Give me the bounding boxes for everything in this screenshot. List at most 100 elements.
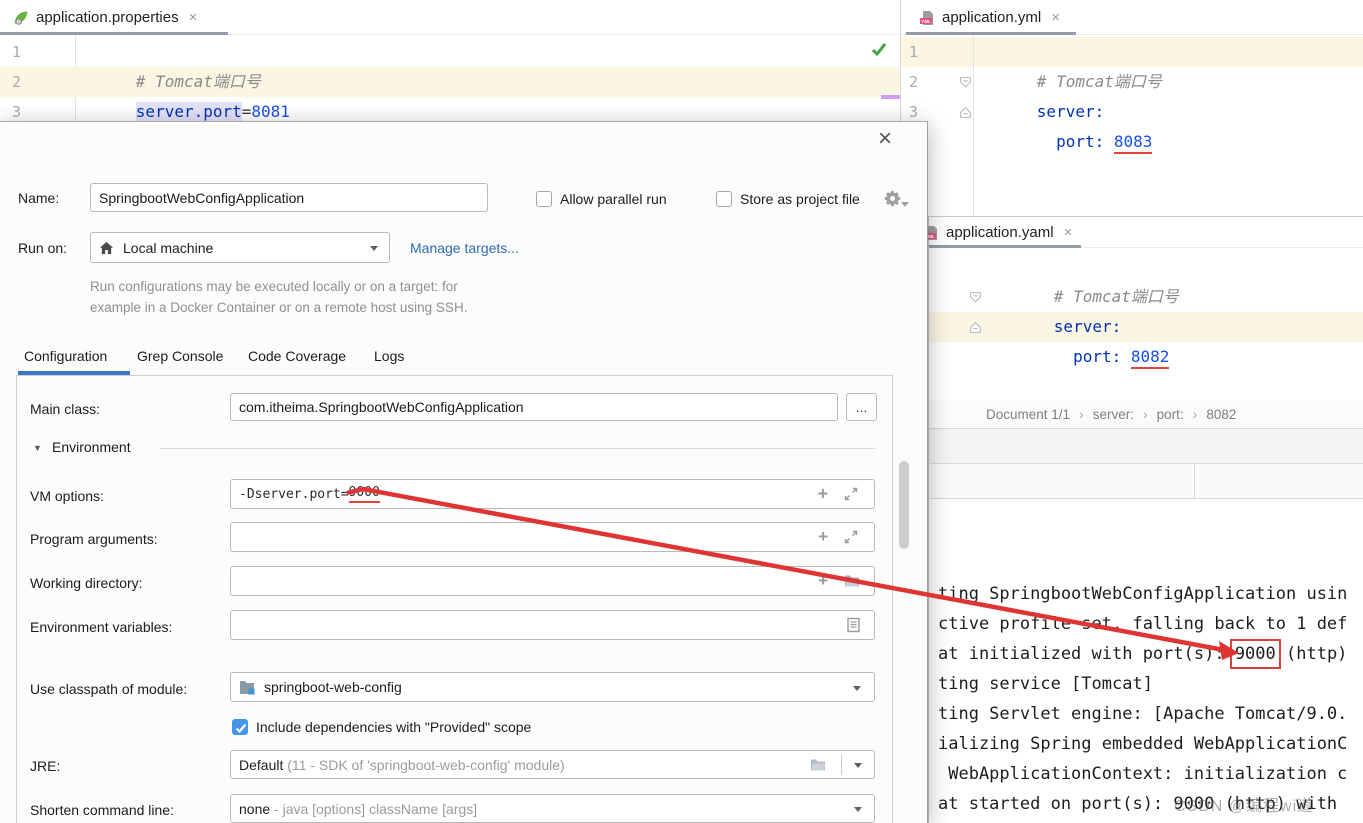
run-on-help-line1: Run configurations may be executed local… <box>90 279 458 294</box>
browse-main-class-button[interactable]: ... <box>846 393 877 421</box>
vm-options-input[interactable]: -Dserver.port=9000 + <box>230 479 875 509</box>
yaml-editor[interactable]: # Tomcat端口号 server: port: 8082 <box>928 248 1363 400</box>
collapse-arrow-icon[interactable]: ▼ <box>33 443 42 453</box>
console-line: WebApplicationContext: initialization c <box>938 759 1363 789</box>
main-class-input[interactable]: com.itheima.SpringbootWebConfigApplicati… <box>230 393 838 421</box>
yaml-editor-tabbar: YML application.yaml × <box>928 216 1363 248</box>
run-console[interactable]: ting SpringbootWebConfigApplication usin… <box>928 499 1363 823</box>
tab-grep-console[interactable]: Grep Console <box>137 348 223 364</box>
expand-icon[interactable] <box>844 530 858 544</box>
name-input[interactable]: SpringbootWebConfigApplication <box>90 183 488 212</box>
jre-select[interactable]: Default (11 - SDK of 'springboot-web-con… <box>230 750 875 779</box>
port-value-8081: 8081 <box>251 102 290 123</box>
jre-label: JRE: <box>30 758 60 774</box>
add-icon[interactable]: + <box>818 527 828 547</box>
gear-caret-icon <box>901 202 909 207</box>
ide-window: application.properties × 1 2 3 # Tomcat端… <box>0 0 1363 823</box>
working-directory-input[interactable]: + <box>230 566 875 596</box>
port-value-8083: 8083 <box>1114 132 1153 154</box>
properties-editor[interactable]: 1 2 3 # Tomcat端口号 server.port=8081 <box>0 35 900 123</box>
chevron-right-icon: › <box>1070 406 1093 422</box>
code-line-server: server: <box>979 67 1104 97</box>
tab-application-properties[interactable]: application.properties × <box>0 0 228 35</box>
add-icon[interactable]: + <box>818 484 828 504</box>
inspections-ok-check-icon[interactable] <box>871 42 887 56</box>
console-output: ting SpringbootWebConfigApplication usin… <box>938 579 1363 819</box>
tab-close-icon[interactable]: × <box>1051 9 1060 26</box>
store-as-project-file-checkbox[interactable] <box>716 191 732 207</box>
fold-marker-end-icon[interactable] <box>969 321 982 334</box>
folder-icon[interactable] <box>810 758 826 771</box>
properties-key: server.port <box>136 102 242 121</box>
code-line-port: port: 8083 <box>979 97 1152 127</box>
environment-variables-input[interactable] <box>230 610 875 640</box>
select-caret-icon <box>854 763 862 768</box>
tab-application-yaml[interactable]: YML application.yaml × <box>929 217 1081 248</box>
tab-close-icon[interactable]: × <box>189 9 198 26</box>
breadcrumb-value[interactable]: 8082 <box>1206 407 1236 422</box>
breadcrumb-document[interactable]: Document 1/1 <box>986 407 1070 422</box>
breadcrumb-port[interactable]: port: <box>1157 407 1184 422</box>
toolwindow-header-row <box>928 429 1363 464</box>
gutter-separator <box>973 35 974 218</box>
spring-properties-file-icon <box>13 10 29 26</box>
dialog-scrollbar-thumb[interactable] <box>899 461 909 549</box>
code-line-comment: # Tomcat端口号 <box>996 252 1179 282</box>
yml-file-icon: YML <box>919 10 935 26</box>
chevron-right-icon: › <box>1134 406 1157 422</box>
gear-icon[interactable] <box>884 190 901 207</box>
header-divider <box>1194 464 1195 498</box>
fold-marker-end-icon[interactable] <box>959 106 972 119</box>
line-number: 1 <box>909 37 918 67</box>
main-class-label: Main class: <box>30 401 100 417</box>
use-classpath-label: Use classpath of module: <box>30 681 187 697</box>
add-icon[interactable]: + <box>818 571 828 591</box>
program-arguments-input[interactable]: + <box>230 522 875 552</box>
allow-parallel-run-checkbox[interactable] <box>536 191 552 207</box>
module-icon <box>239 680 255 695</box>
equals-sign: = <box>242 102 252 121</box>
provided-scope-label: Include dependencies with "Provided" sco… <box>256 719 531 735</box>
right-editor-tabbar: YML application.yml × <box>900 0 1363 35</box>
console-line: ctive profile set, falling back to 1 def <box>938 609 1363 639</box>
combo-divider <box>841 754 842 775</box>
environment-section-label[interactable]: Environment <box>52 439 131 455</box>
select-caret-icon <box>370 246 378 251</box>
home-icon <box>99 241 114 255</box>
tab-code-coverage[interactable]: Code Coverage <box>248 348 346 364</box>
run-on-select[interactable]: Local machine <box>90 232 390 263</box>
svg-text:YML: YML <box>921 18 931 23</box>
folder-icon[interactable] <box>844 575 860 588</box>
provided-scope-checkbox[interactable] <box>232 719 248 735</box>
tab-close-icon[interactable]: × <box>1064 224 1073 241</box>
console-line-port: at initialized with port(s): 9000 (http) <box>938 639 1363 669</box>
tab-configuration[interactable]: Configuration <box>24 348 107 364</box>
highlighted-port-9000: 9000 <box>1235 644 1276 664</box>
working-directory-label: Working directory: <box>30 575 143 591</box>
dialog-close-icon[interactable]: × <box>878 127 892 151</box>
manage-targets-link[interactable]: Manage targets... <box>410 240 519 256</box>
fold-marker-open-icon[interactable] <box>969 291 982 304</box>
tab-label: application.yml <box>942 9 1041 26</box>
breadcrumb-server[interactable]: server: <box>1093 407 1134 422</box>
chevron-right-icon: › <box>1184 406 1207 422</box>
code-line-comment: # Tomcat端口号 <box>979 37 1162 67</box>
shorten-command-line-select[interactable]: none - java [options] className [args] <box>230 794 875 823</box>
tab-logs[interactable]: Logs <box>374 348 404 364</box>
expand-icon[interactable] <box>844 487 858 501</box>
tab-application-yml[interactable]: YML application.yml × <box>906 0 1076 35</box>
environment-variables-label: Environment variables: <box>30 619 172 635</box>
change-marker-stripe <box>881 95 900 99</box>
yml-editor[interactable]: 1 2 3 # Tomcat端口号 server: port: 8083 <box>900 35 1363 218</box>
fold-marker-open-icon[interactable] <box>959 76 972 89</box>
allow-parallel-run-label: Allow parallel run <box>560 191 667 207</box>
classpath-module-select[interactable]: springboot-web-config <box>230 672 875 702</box>
select-caret-icon <box>854 807 862 812</box>
code-line-comment: # Tomcat端口号 <box>78 37 261 67</box>
section-rule <box>160 448 875 449</box>
run-on-help-line2: example in a Docker Container or on a re… <box>90 300 467 315</box>
browse-list-icon[interactable] <box>847 617 860 633</box>
yaml-port-key: port: <box>1054 347 1131 366</box>
line-number: 1 <box>12 37 21 67</box>
line-number: 2 <box>909 67 918 97</box>
